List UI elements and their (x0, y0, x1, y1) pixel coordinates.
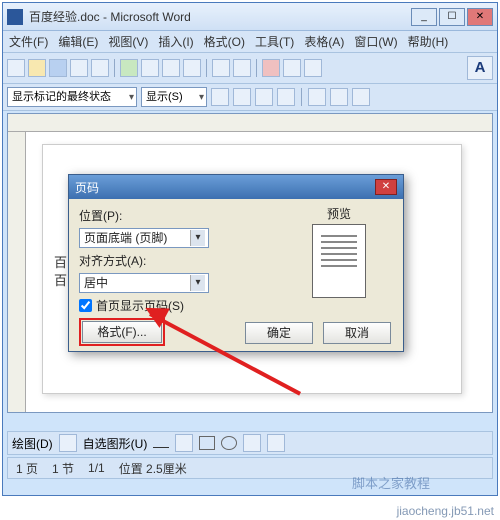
window-controls: _ ☐ ✕ (411, 8, 493, 26)
menu-insert[interactable]: 插入(I) (158, 33, 193, 50)
menu-format[interactable]: 格式(O) (204, 33, 245, 50)
preview-thumbnail (312, 224, 366, 298)
status-position: 位置 2.5厘米 (119, 460, 187, 477)
print-icon[interactable] (70, 59, 88, 77)
status-section: 1 节 (52, 460, 74, 477)
draw-menu[interactable]: 绘图(D) (12, 435, 53, 452)
standard-toolbar: A (3, 53, 497, 84)
document-text: 百 百 (54, 254, 67, 290)
menu-view[interactable]: 视图(V) (108, 33, 148, 50)
window-title: 百度经验.doc - Microsoft Word (29, 8, 411, 25)
font-style-button[interactable]: A (467, 56, 493, 80)
position-combo[interactable]: 页面底端 (页脚) (79, 228, 209, 248)
vertical-ruler[interactable] (8, 132, 26, 412)
cancel-button[interactable]: 取消 (323, 322, 391, 344)
menubar: 文件(F) 编辑(E) 视图(V) 插入(I) 格式(O) 工具(T) 表格(A… (3, 31, 497, 53)
undo-icon[interactable] (212, 59, 230, 77)
save-icon[interactable] (49, 59, 67, 77)
autoshapes-menu[interactable]: 自选图形(U) (83, 435, 148, 452)
separator (301, 88, 302, 106)
spellcheck-icon[interactable] (120, 59, 138, 77)
maximize-button[interactable]: ☐ (439, 8, 465, 26)
menu-window[interactable]: 窗口(W) (354, 33, 397, 50)
ok-button[interactable]: 确定 (245, 322, 313, 344)
separator (114, 59, 115, 77)
format-button[interactable]: 格式(F)... (82, 321, 162, 343)
menu-table[interactable]: 表格(A) (304, 33, 344, 50)
status-pages: 1/1 (88, 461, 105, 475)
preview-pane: 预览 (289, 205, 389, 298)
reject-icon[interactable] (277, 88, 295, 106)
markup-state-combo[interactable]: 显示标记的最终状态 (7, 87, 137, 107)
dialog-buttons: 确定 取消 (245, 322, 391, 344)
word-icon (7, 9, 23, 25)
separator (256, 59, 257, 77)
close-button[interactable]: ✕ (467, 8, 493, 26)
position-label: 位置(P): (79, 207, 149, 224)
firstpage-checkbox[interactable] (79, 299, 92, 312)
dialog-body: 位置(P): 页面底端 (页脚) 对齐方式(A): 居中 首页显示页码(S) 格… (69, 199, 403, 354)
menu-file[interactable]: 文件(F) (9, 33, 48, 50)
drawing-toolbar: 绘图(D) 自选图形(U) (7, 431, 493, 455)
cut-icon[interactable] (141, 59, 159, 77)
paste-icon[interactable] (183, 59, 201, 77)
preview-icon[interactable] (91, 59, 109, 77)
firstpage-checkbox-row: 首页显示页码(S) (79, 297, 393, 314)
menu-edit[interactable]: 编辑(E) (58, 33, 98, 50)
align-label: 对齐方式(A): (79, 252, 149, 269)
menu-tools[interactable]: 工具(T) (255, 33, 294, 50)
columns-icon[interactable] (304, 59, 322, 77)
menu-help[interactable]: 帮助(H) (408, 33, 449, 50)
copy-icon[interactable] (162, 59, 180, 77)
rectangle-shape-icon[interactable] (199, 436, 215, 450)
watermark-brand: 脚本之家教程 (352, 473, 430, 492)
minimize-button[interactable]: _ (411, 8, 437, 26)
table-icon[interactable] (283, 59, 301, 77)
select-icon[interactable] (59, 434, 77, 452)
next-change-icon[interactable] (233, 88, 251, 106)
status-page: 1 页 (16, 460, 38, 477)
textbox-icon[interactable] (243, 434, 261, 452)
page-numbers-dialog: 页码 ✕ 位置(P): 页面底端 (页脚) 对齐方式(A): 居中 首页显示页码… (68, 174, 404, 352)
accept-icon[interactable] (255, 88, 273, 106)
dialog-close-button[interactable]: ✕ (375, 179, 397, 195)
horizontal-ruler[interactable] (8, 114, 492, 132)
titlebar: 百度经验.doc - Microsoft Word _ ☐ ✕ (3, 3, 497, 31)
line-shape-icon[interactable] (153, 447, 169, 448)
prev-change-icon[interactable] (211, 88, 229, 106)
open-icon[interactable] (28, 59, 46, 77)
highlight-icon[interactable] (330, 88, 348, 106)
dialog-title: 页码 (75, 179, 99, 196)
align-combo[interactable]: 居中 (79, 273, 209, 293)
annotation-highlight: 格式(F)... (79, 318, 165, 346)
comment-icon[interactable] (308, 88, 326, 106)
redo-icon[interactable] (233, 59, 251, 77)
separator (206, 59, 207, 77)
wordart-icon[interactable] (267, 434, 285, 452)
dialog-titlebar: 页码 ✕ (69, 175, 403, 199)
watermark-url: jiaocheng.jb51.net (397, 504, 494, 518)
preview-label: 预览 (289, 205, 389, 222)
reviewing-toolbar: 显示标记的最终状态 显示(S) (3, 84, 497, 111)
new-doc-icon[interactable] (7, 59, 25, 77)
firstpage-label: 首页显示页码(S) (96, 297, 184, 314)
show-combo[interactable]: 显示(S) (141, 87, 207, 107)
track-icon[interactable] (352, 88, 370, 106)
hyperlink-icon[interactable] (262, 59, 280, 77)
arrow-shape-icon[interactable] (175, 434, 193, 452)
oval-shape-icon[interactable] (221, 436, 237, 450)
